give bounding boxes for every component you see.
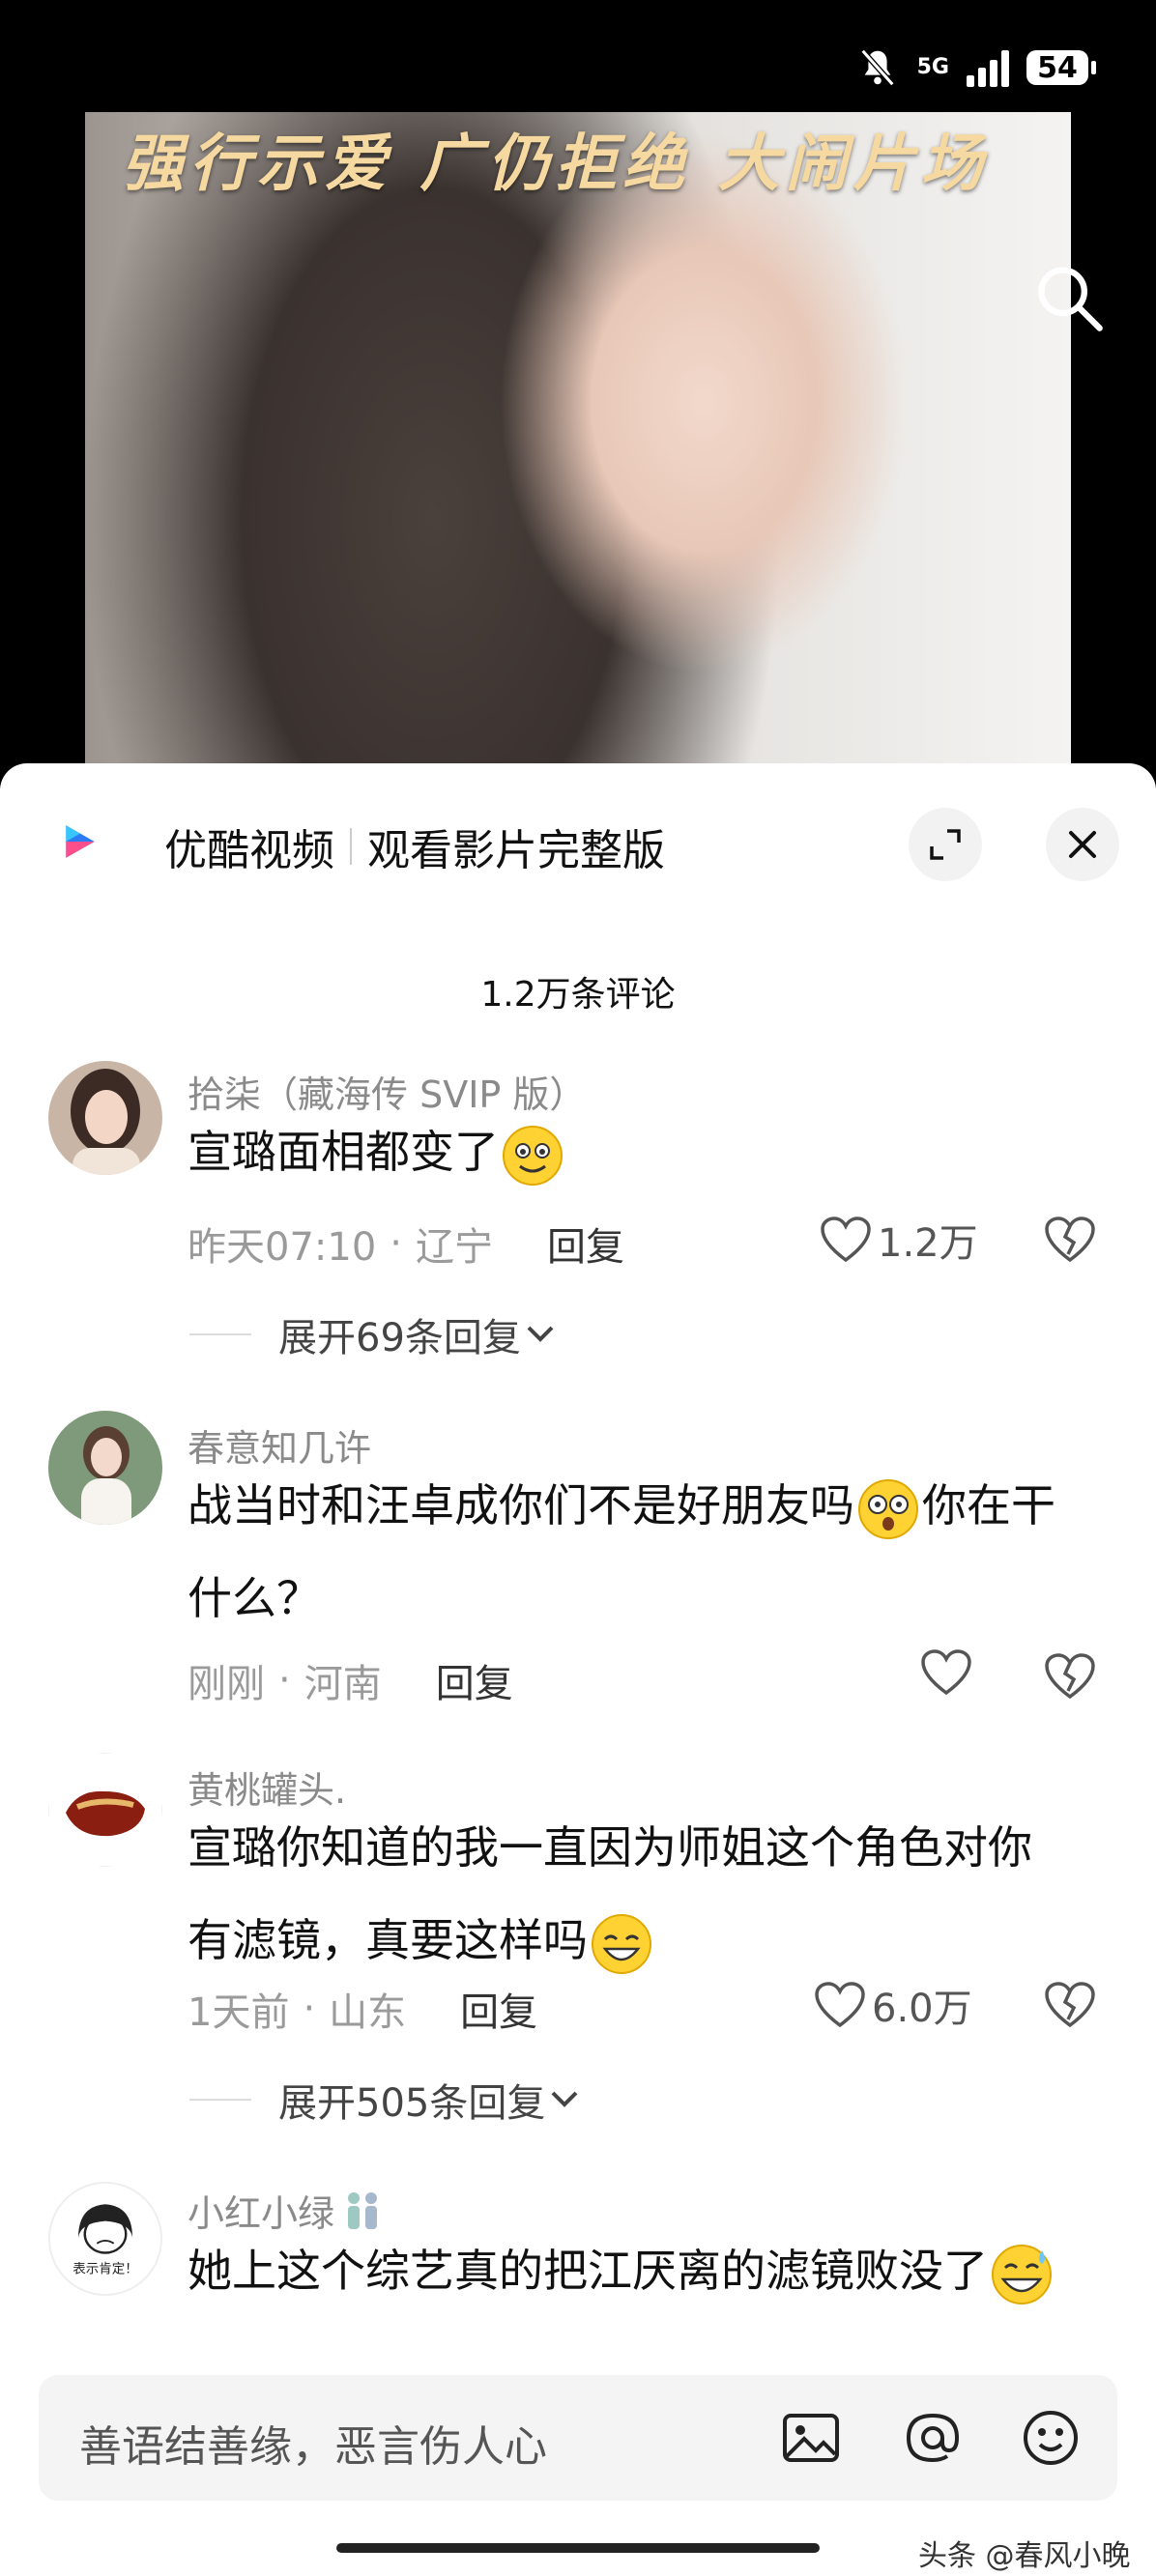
title-divider	[350, 828, 352, 865]
comment-text-part: 你在干	[922, 1479, 1055, 1531]
avatar-caption: 表示肯定！	[72, 2262, 138, 2277]
comment-location: 河南	[303, 1662, 382, 1706]
like-count: 1.2万	[878, 1221, 978, 1266]
expand-icon	[930, 829, 961, 860]
reply-button[interactable]: 回复	[547, 1216, 624, 1272]
heart-icon	[921, 1649, 971, 1696]
divider-dash	[189, 1333, 251, 1335]
close-button[interactable]	[1046, 808, 1119, 881]
expand-replies-label: 展开69条回复	[278, 1316, 521, 1360]
sheet-title[interactable]: 优酷视频 观看影片完整版	[164, 816, 665, 877]
heart-icon	[821, 1216, 871, 1263]
status-icons: 5G 54	[855, 41, 1096, 95]
youku-logo-icon[interactable]	[60, 821, 101, 862]
comment-count: 1.2万条评论	[480, 975, 676, 1015]
expand-replies[interactable]: 展开69条回复	[189, 1306, 560, 1362]
avatar-image	[48, 1753, 162, 1867]
comment-item: 黄桃罐头. 宣璐你知道的我一直因为师姐这个角色对你 有滤镜，真要这样吗 1天前 …	[0, 1753, 1156, 2126]
like-count: 6.0万	[872, 1987, 972, 2031]
avatar-image	[48, 1061, 162, 1175]
app-name: 优酷视频	[164, 826, 334, 875]
like-button[interactable]: 6.0万	[814, 1977, 972, 2033]
avatar[interactable]	[48, 1411, 162, 1525]
mention-icon[interactable]	[899, 2404, 967, 2472]
emoji-shocked-icon	[858, 1478, 918, 1539]
broken-heart-icon[interactable]	[1044, 1216, 1096, 1264]
broken-heart-icon[interactable]	[1044, 1652, 1096, 1701]
avatar-image	[48, 1411, 162, 1525]
heart-icon	[815, 1982, 865, 2028]
bell-muted-icon	[860, 48, 895, 87]
emoji-smile-icon	[503, 1125, 563, 1186]
avatar[interactable]	[48, 1753, 162, 1867]
signal-icon	[967, 48, 1009, 87]
status-bar: 5G 54	[0, 0, 1156, 112]
video-frame	[85, 112, 1071, 788]
reply-button[interactable]: 回复	[436, 1652, 513, 1708]
watermark: 头条 @春风小晚	[918, 2539, 1131, 2573]
search-icon[interactable]	[1032, 261, 1106, 334]
comment-text-part: 她上这个综艺真的把江厌离的滤镜败没了	[188, 2245, 988, 2297]
comment-sheet: 优酷视频 观看影片完整版 1.2万条评论 拾柒（藏海传 SVIP 版） 宣璐面相…	[0, 763, 1156, 2576]
expand-replies-label: 展开505条回复	[278, 2081, 546, 2126]
comment-item: 表示肯定！ 小红小绿 她上这个综艺真的把江厌离的滤镜败没了	[0, 2182, 1156, 2365]
video-player[interactable]: 强行示爱 广仍拒绝 大闹片场	[0, 112, 1156, 788]
meta-separator: ·	[390, 1221, 402, 1266]
comment-item: 春意知几许 战当时和汪卓成你们不是好朋友吗 你在干 什么？ 刚刚 · 河南 回复	[0, 1411, 1156, 1759]
meta-separator: ·	[303, 1987, 316, 2031]
comment-meta: 刚刚 · 河南 回复	[188, 1652, 513, 1708]
emoji-sweat-smile-icon	[992, 2244, 1052, 2304]
battery-level: 54	[1037, 50, 1078, 85]
comment-text: 战当时和汪卓成你们不是好朋友吗 你在干 什么？	[188, 1459, 1115, 1645]
emoji-icon[interactable]	[1017, 2404, 1084, 2472]
chevron-down-icon	[551, 2091, 578, 2107]
avatar[interactable]	[48, 1061, 162, 1175]
comment-time: 1天前	[188, 1990, 290, 2035]
broken-heart-icon[interactable]	[1044, 1981, 1096, 2029]
comment-text-part: 宣璐面相都变了	[188, 1126, 499, 1178]
divider-dash	[189, 2099, 251, 2101]
comment-text-part: 什么？	[188, 1572, 321, 1624]
sheet-header: 优酷视频 观看影片完整版	[0, 763, 1156, 908]
fullscreen-button[interactable]	[909, 808, 982, 881]
comment-location: 辽宁	[416, 1225, 493, 1270]
comment-time: 昨天07:10	[188, 1225, 377, 1270]
home-indicator	[336, 2543, 820, 2553]
comment-meta: 1天前 · 山东 回复	[188, 1981, 537, 2037]
comment-time: 刚刚	[188, 1662, 265, 1706]
comment-input[interactable]: 善语结善缘，恶言伤人心	[79, 2412, 547, 2474]
avatar[interactable]: 表示肯定！	[48, 2182, 162, 2296]
comment-input-bar[interactable]: 善语结善缘，恶言伤人心	[39, 2375, 1117, 2501]
comment-item: 拾柒（藏海传 SVIP 版） 宣璐面相都变了 昨天07:10 · 辽宁 回复 1…	[0, 1061, 1156, 1389]
comment-text-part: 战当时和汪卓成你们不是好朋友吗	[188, 1479, 854, 1531]
watch-full-link[interactable]: 观看影片完整版	[367, 816, 665, 877]
expand-replies[interactable]: 展开505条回复	[189, 2072, 584, 2128]
comment-location: 山东	[329, 1990, 407, 2035]
battery-icon: 54	[1026, 50, 1096, 85]
meta-separator: ·	[278, 1658, 291, 1703]
close-icon	[1069, 831, 1096, 858]
image-icon[interactable]	[777, 2404, 845, 2472]
comment-text: 宣璐面相都变了	[188, 1105, 1115, 1198]
emoji-grin-icon	[592, 1913, 651, 1974]
comment-text: 宣璐你知道的我一直因为师姐这个角色对你 有滤镜，真要这样吗	[188, 1801, 1115, 1987]
like-button[interactable]: 1.2万	[820, 1212, 978, 1268]
comment-text-part: 有滤镜，真要这样吗	[188, 1914, 588, 1966]
avatar-image: 表示肯定！	[50, 2184, 160, 2294]
video-caption: 强行示爱 广仍拒绝 大闹片场	[122, 129, 989, 200]
like-button[interactable]	[920, 1648, 978, 1697]
comment-meta: 昨天07:10 · 辽宁 回复	[188, 1216, 624, 1272]
comment-text-part: 宣璐你知道的我一直因为师姐这个角色对你	[188, 1821, 1032, 1874]
network-label: 5G	[916, 55, 949, 79]
comment-text: 她上这个综艺真的把江厌离的滤镜败没了	[188, 2224, 1115, 2317]
reply-button[interactable]: 回复	[460, 1981, 537, 2037]
chevron-down-icon	[527, 1326, 554, 1342]
